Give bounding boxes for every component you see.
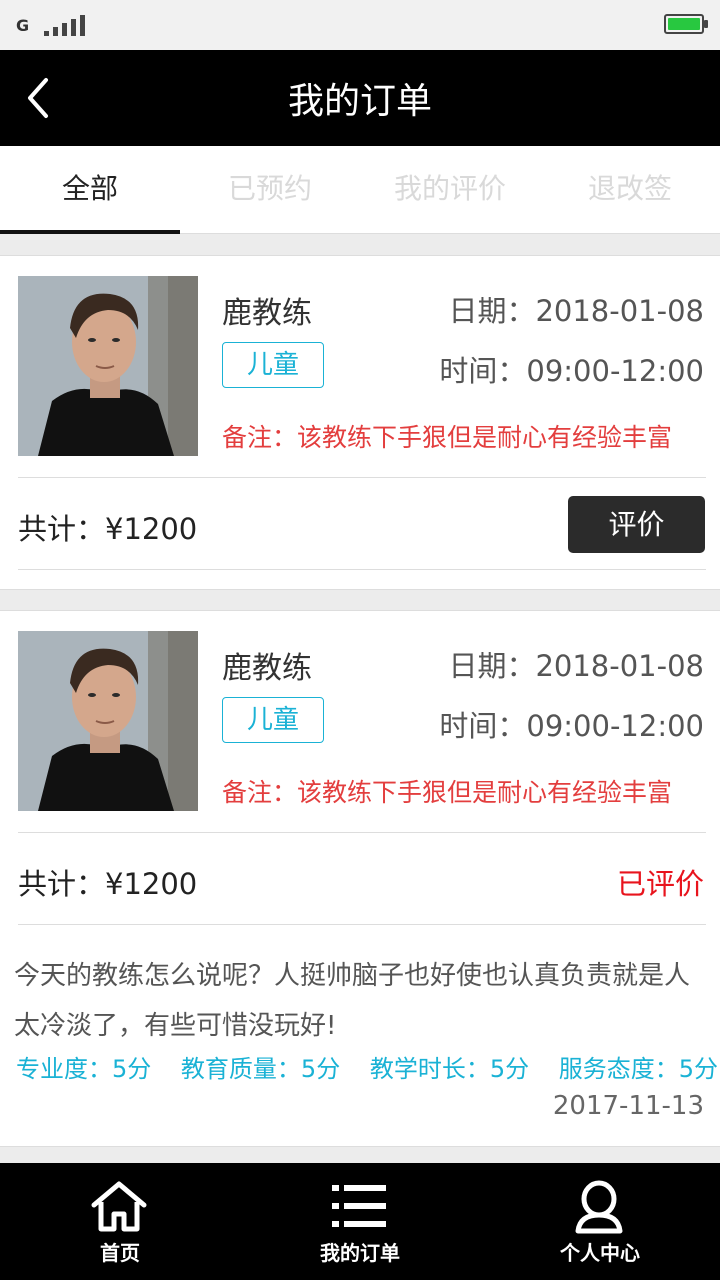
divider bbox=[18, 924, 706, 925]
category-tag: 儿童 bbox=[222, 342, 324, 388]
score-professionalism: 专业度：5分 bbox=[16, 1055, 152, 1083]
nav-my-orders[interactable]: 我的订单 bbox=[240, 1163, 480, 1280]
score-teaching-duration: 教学时长：5分 bbox=[369, 1055, 530, 1083]
bottom-nav: 首页 我的订单 个人中心 bbox=[0, 1163, 720, 1280]
review-scores: 专业度：5分 教育质量：5分 教学时长：5分 服务态度：5分 bbox=[16, 1049, 720, 1084]
order-remark: 备注：该教练下手狠但是耐心有经验丰富 bbox=[222, 778, 673, 807]
nav-home-label: 首页 bbox=[100, 1241, 140, 1265]
tab-all[interactable]: 全部 bbox=[0, 146, 180, 234]
tab-refund-change[interactable]: 退改签 bbox=[540, 146, 720, 234]
nav-profile[interactable]: 个人中心 bbox=[480, 1163, 720, 1280]
score-teaching-quality: 教育质量：5分 bbox=[180, 1055, 341, 1083]
order-time: 时间：09:00-12:00 bbox=[439, 354, 704, 388]
list-icon bbox=[332, 1185, 386, 1227]
carrier-label: G bbox=[16, 16, 30, 35]
divider bbox=[18, 832, 706, 833]
status-bar: G bbox=[0, 0, 720, 50]
order-total: 共计：¥1200 bbox=[18, 867, 198, 901]
page-title: 我的订单 bbox=[287, 81, 432, 122]
nav-profile-label: 个人中心 bbox=[560, 1241, 640, 1265]
rated-status: 已评价 bbox=[616, 867, 704, 901]
rate-button[interactable]: 评价 bbox=[568, 496, 705, 553]
tab-my-reviews[interactable]: 我的评价 bbox=[360, 146, 540, 234]
order-time: 时间：09:00-12:00 bbox=[439, 709, 704, 743]
score-service-attitude: 服务态度：5分 bbox=[558, 1055, 719, 1083]
order-card[interactable]: 鹿教练 儿童 日期：2018-01-08 时间：09:00-12:00 备注：该… bbox=[0, 610, 720, 1147]
home-icon bbox=[91, 1181, 147, 1232]
order-tabs: 全部 已预约 我的评价 退改签 bbox=[0, 146, 720, 234]
nav-home[interactable]: 首页 bbox=[0, 1163, 240, 1280]
tab-booked[interactable]: 已预约 bbox=[180, 146, 360, 234]
order-total: 共计：¥1200 bbox=[18, 512, 198, 546]
review-date: 2017-11-13 bbox=[552, 1091, 704, 1121]
coach-name: 鹿教练 bbox=[222, 651, 312, 686]
order-date: 日期：2018-01-08 bbox=[448, 649, 704, 683]
review-text: 今天的教练怎么说呢？人挺帅脑子也好使也认真负责就是人太冷淡了，有些可惜没玩好! bbox=[14, 961, 691, 1041]
battery-icon bbox=[664, 14, 708, 34]
nav-my-orders-label: 我的订单 bbox=[320, 1241, 400, 1265]
order-date: 日期：2018-01-08 bbox=[448, 294, 704, 328]
signal-icon bbox=[44, 14, 85, 36]
order-remark: 备注：该教练下手狠但是耐心有经验丰富 bbox=[222, 423, 673, 452]
tab-active-indicator bbox=[0, 230, 180, 234]
coach-photo bbox=[18, 276, 198, 456]
top-nav-bar: 我的订单 bbox=[0, 50, 720, 146]
category-tag: 儿童 bbox=[222, 697, 324, 743]
divider bbox=[18, 569, 706, 570]
coach-name: 鹿教练 bbox=[222, 296, 312, 331]
coach-photo bbox=[18, 631, 198, 811]
user-icon bbox=[575, 1180, 623, 1234]
order-card[interactable]: 鹿教练 儿童 日期：2018-01-08 时间：09:00-12:00 备注：该… bbox=[0, 255, 720, 590]
divider bbox=[18, 477, 706, 478]
